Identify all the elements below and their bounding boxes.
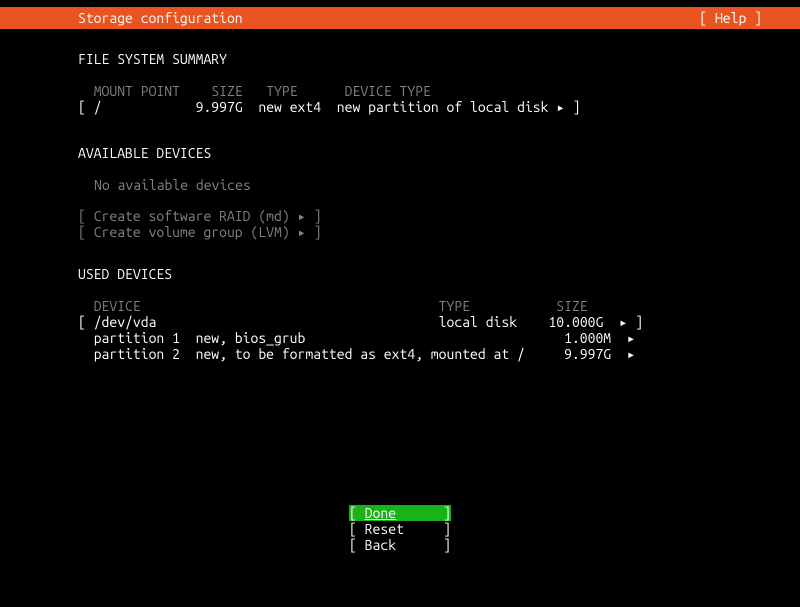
chevron-right-icon: ▸ [627,346,635,362]
title-bar: Storage configuration [ Help ] [0,7,800,29]
device-size: 10.000G [548,314,603,330]
device-name: partition 1 new, bios_grub [94,330,306,346]
device-type: local disk [439,314,517,330]
create-raid-label: Create software RAID (md) [94,208,290,224]
chevron-right-icon: ▸ [627,330,635,346]
chevron-right-icon: ▸ [298,208,306,224]
chevron-right-icon: ▸ [619,314,627,330]
col-type: TYPE [439,298,470,314]
fs-size: 9.997G [196,99,243,115]
reset-button[interactable]: [ Reset ] [0,521,800,537]
used-partition-row[interactable]: partition 1 new, bios_grub 1.000M ▸ [78,330,800,346]
device-size: 9.997G [564,346,611,362]
available-devices-section: AVAILABLE DEVICES No available devices [… [78,145,800,239]
used-title: USED DEVICES [78,266,800,282]
done-button[interactable]: [ Done ] [0,505,800,521]
col-device-type: DEVICE TYPE [345,83,431,99]
page-title: Storage configuration [0,10,243,26]
fs-summary-header: MOUNT POINT SIZE TYPE DEVICE TYPE [78,83,800,99]
col-size: SIZE [211,83,242,99]
fs-summary-title: FILE SYSTEM SUMMARY [78,51,800,67]
available-title: AVAILABLE DEVICES [78,145,800,161]
used-device-row[interactable]: [ /dev/vda local disk 10.000G ▸ ] [78,314,800,330]
col-type: TYPE [266,83,297,99]
device-name: /dev/vda [94,314,157,330]
action-buttons: [ Done ] [ Reset ] [ Back ] [0,505,800,553]
create-raid-option[interactable]: [ Create software RAID (md) ▸ ] [78,208,800,224]
used-devices-section: USED DEVICES DEVICE TYPE SIZE [ /dev/vda… [78,266,800,362]
file-system-summary-section: FILE SYSTEM SUMMARY MOUNT POINT SIZE TYP… [78,51,800,115]
device-size: 1.000M [564,330,611,346]
no-devices-message: No available devices [78,177,800,193]
used-header: DEVICE TYPE SIZE [78,298,800,314]
fs-type: new ext4 [258,99,321,115]
back-label: Back [365,537,396,553]
create-lvm-option[interactable]: [ Create volume group (LVM) ▸ ] [78,224,800,240]
chevron-right-icon: ▸ [298,224,306,240]
fs-device-type: new partition of local disk [337,99,549,115]
main-content: FILE SYSTEM SUMMARY MOUNT POINT SIZE TYP… [0,29,800,362]
fs-mount: / [94,99,102,115]
create-lvm-label: Create volume group (LVM) [94,224,290,240]
used-partition-row[interactable]: partition 2 new, to be formatted as ext4… [78,346,800,362]
col-mount-point: MOUNT POINT [94,83,180,99]
fs-summary-row[interactable]: [ / 9.997G new ext4 new partition of loc… [78,99,800,115]
chevron-right-icon: ▸ [556,99,564,115]
help-button[interactable]: [ Help ] [699,10,800,26]
col-device: DEVICE [94,298,141,314]
device-name: partition 2 new, to be formatted as ext4… [94,346,525,362]
reset-label: Reset [365,521,404,537]
done-label: Done [365,505,396,521]
col-size: SIZE [556,298,587,314]
back-button[interactable]: [ Back ] [0,537,800,553]
